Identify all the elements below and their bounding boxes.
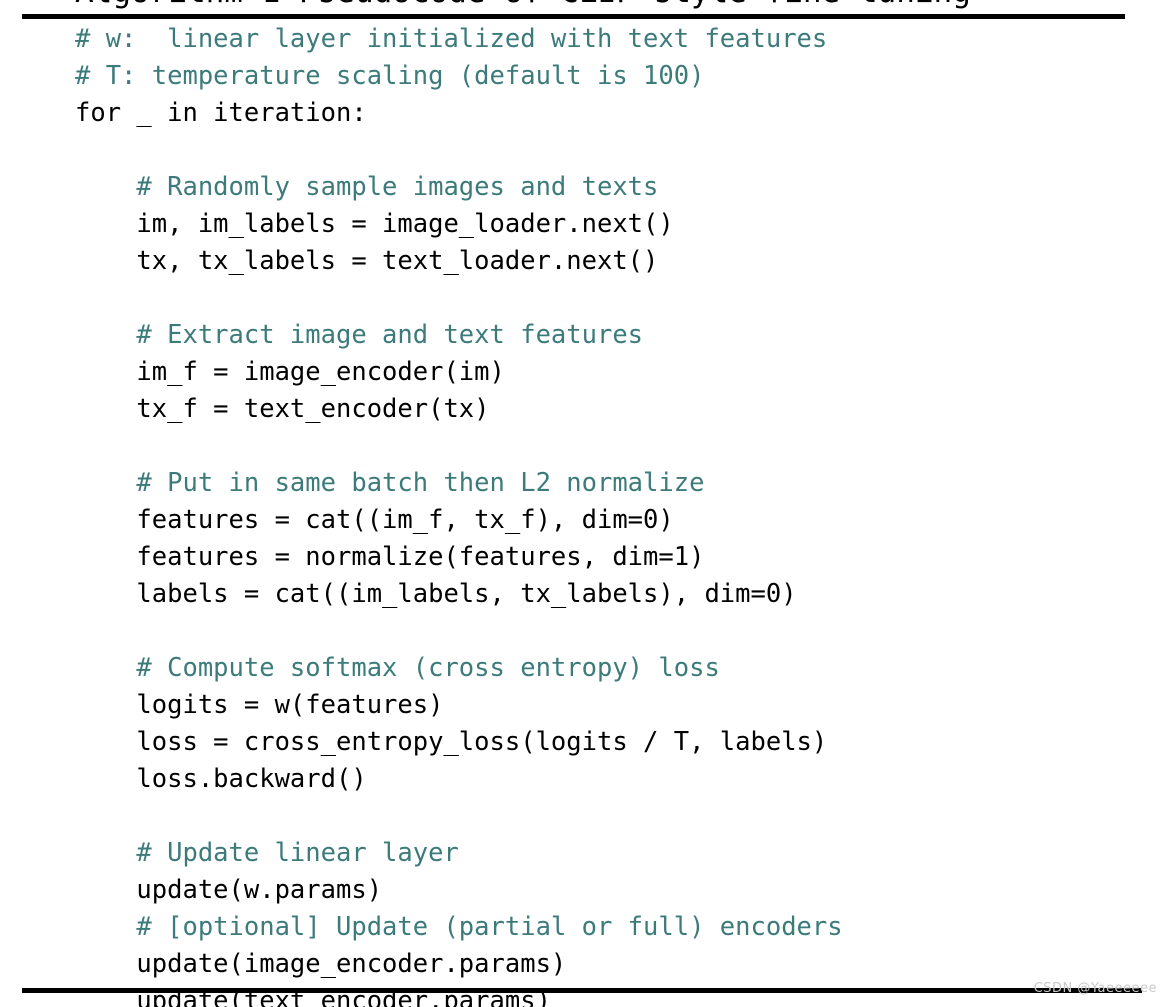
code-line: labels = cat((im_labels, tx_labels), dim… <box>75 579 797 609</box>
code-line: features = cat((im_f, tx_f), dim=0) <box>75 505 674 535</box>
clipped-title-text: Algorithm 1 Pseudocode of CLIP-style fin… <box>75 0 1125 14</box>
code-line: # Extract image and text features <box>75 320 644 350</box>
listing-bottom-rule <box>22 988 1142 993</box>
code-line: update(w.params) <box>75 875 383 905</box>
pseudocode-page: Algorithm 1 Pseudocode of CLIP-style fin… <box>0 0 1163 1007</box>
code-line: # Compute softmax (cross entropy) loss <box>75 653 720 683</box>
code-line: for _ in iteration: <box>75 98 367 128</box>
code-line: update(text_encoder.params) <box>75 986 551 1007</box>
code-line: # T: temperature scaling (default is 100… <box>75 61 705 91</box>
code-line: im, im_labels = image_loader.next() <box>75 209 674 239</box>
code-line: loss = cross_entropy_loss(logits / T, la… <box>75 727 828 757</box>
listing-top-rule <box>22 14 1125 19</box>
code-listing: # w: linear layer initialized with text … <box>75 21 1155 1007</box>
code-line: loss.backward() <box>75 764 367 794</box>
code-line: # Put in same batch then L2 normalize <box>75 468 705 498</box>
csdn-watermark: CSDN @Yaeeeeee <box>1033 981 1157 996</box>
code-line: logits = w(features) <box>75 690 444 720</box>
code-line: im_f = image_encoder(im) <box>75 357 505 387</box>
code-line: # w: linear layer initialized with text … <box>75 24 828 54</box>
code-line: features = normalize(features, dim=1) <box>75 542 705 572</box>
code-line: # Randomly sample images and texts <box>75 172 659 202</box>
code-line: tx_f = text_encoder(tx) <box>75 394 490 424</box>
code-line: # Update linear layer <box>75 838 459 868</box>
code-line: tx, tx_labels = text_loader.next() <box>75 246 659 276</box>
code-line: update(image_encoder.params) <box>75 949 567 979</box>
code-line: # [optional] Update (partial or full) en… <box>75 912 843 942</box>
